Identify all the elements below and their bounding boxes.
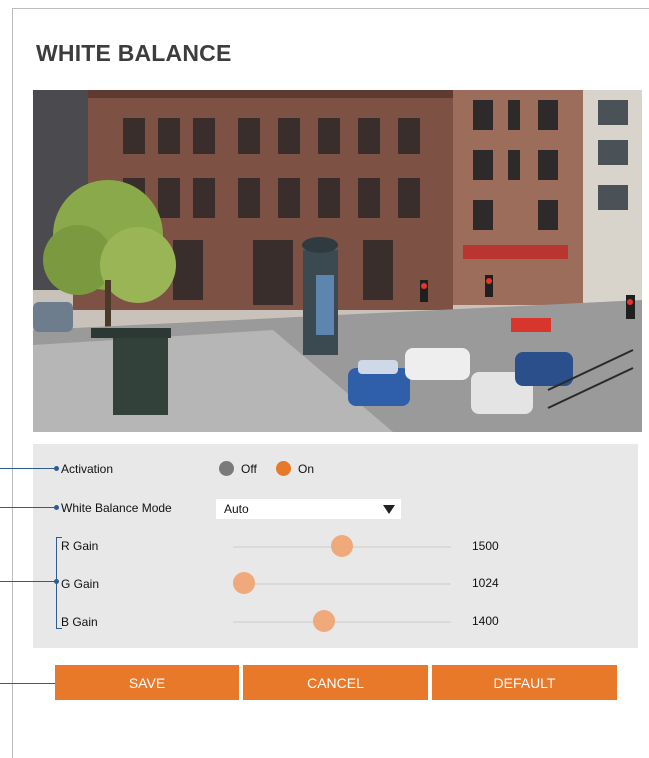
callout-dot-mode bbox=[54, 505, 59, 510]
mode-label: White Balance Mode bbox=[61, 501, 172, 515]
activation-label: Activation bbox=[61, 462, 114, 476]
activation-off-label: Off bbox=[241, 462, 257, 476]
callout-line-mode bbox=[0, 507, 56, 508]
frame-top-border bbox=[12, 8, 649, 9]
white-balance-mode-select[interactable]: Auto bbox=[216, 499, 401, 519]
cancel-button[interactable]: CANCEL bbox=[243, 665, 428, 700]
activation-on-radio[interactable] bbox=[276, 461, 291, 476]
activation-off-radio[interactable] bbox=[219, 461, 234, 476]
b-gain-label: B Gain bbox=[61, 615, 98, 629]
page-title: WHITE BALANCE bbox=[36, 40, 232, 66]
gain-bracket-top bbox=[56, 537, 62, 538]
r-gain-slider-thumb[interactable] bbox=[331, 535, 353, 557]
callout-dot-activation bbox=[54, 466, 59, 471]
activation-on-label: On bbox=[298, 462, 315, 476]
r-gain-label: R Gain bbox=[61, 539, 99, 553]
b-gain-value: 1400 bbox=[472, 614, 499, 628]
g-gain-label: G Gain bbox=[61, 577, 100, 591]
camera-preview bbox=[33, 90, 642, 432]
save-button[interactable]: SAVE bbox=[55, 665, 239, 700]
gain-bracket bbox=[56, 537, 57, 629]
g-gain-value: 1024 bbox=[472, 576, 499, 590]
g-gain-slider-track[interactable] bbox=[233, 583, 451, 585]
mode-selected-value: Auto bbox=[224, 502, 249, 516]
camera-scene bbox=[33, 90, 642, 432]
b-gain-slider-track[interactable] bbox=[233, 621, 451, 623]
default-button[interactable]: DEFAULT bbox=[432, 665, 617, 700]
callout-line-activation bbox=[0, 468, 56, 469]
callout-line-gain bbox=[0, 581, 56, 582]
chevron-down-icon bbox=[383, 505, 395, 514]
frame-left-border bbox=[12, 8, 13, 758]
r-gain-value: 1500 bbox=[472, 539, 499, 553]
g-gain-slider-thumb[interactable] bbox=[233, 572, 255, 594]
